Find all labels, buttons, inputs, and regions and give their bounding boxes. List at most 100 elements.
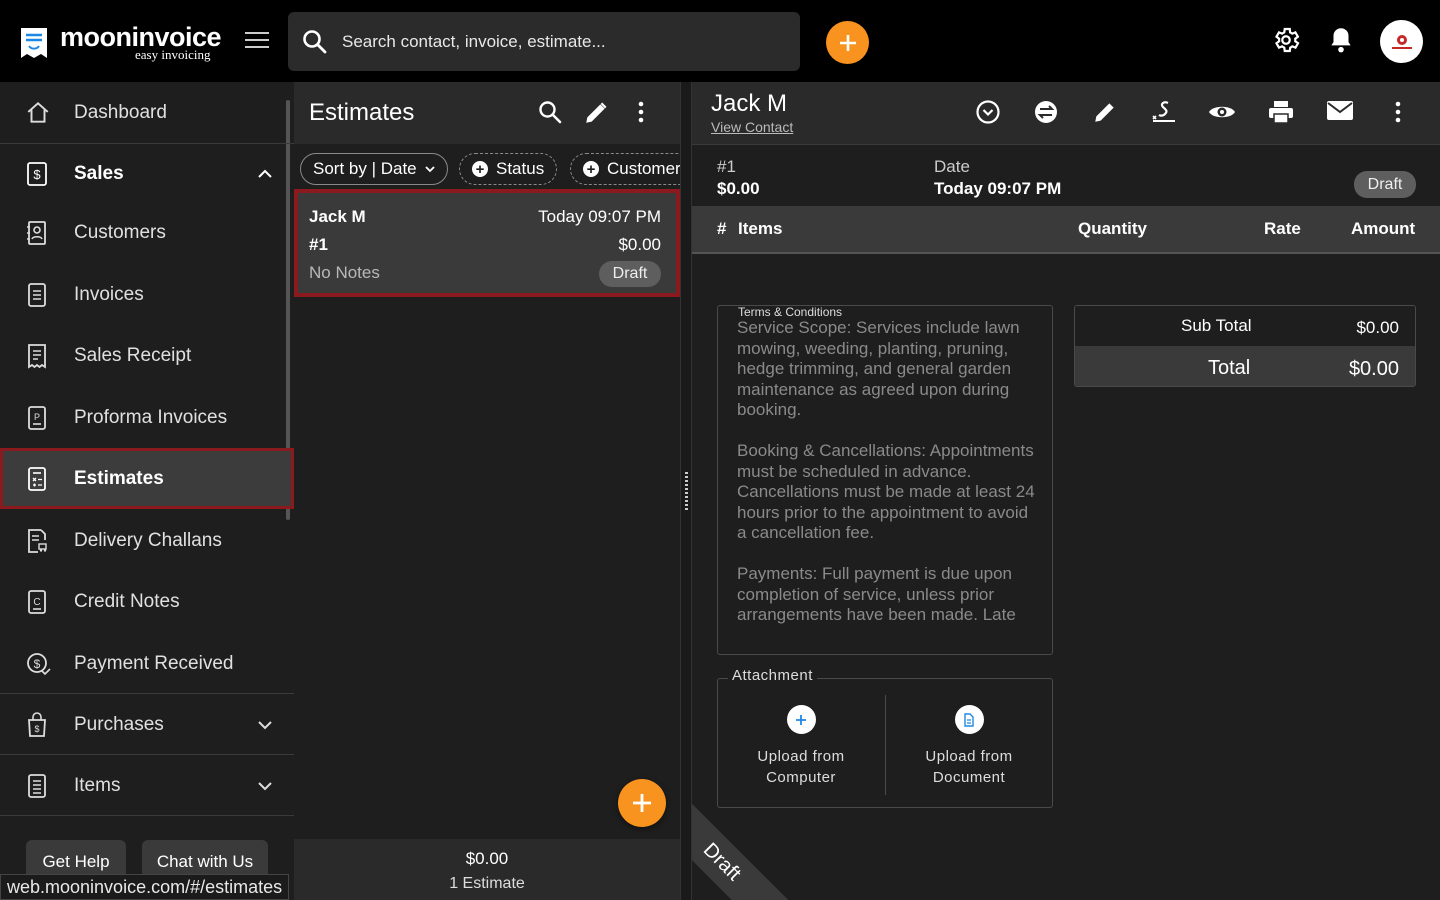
chevron-down-icon [425, 166, 435, 173]
logo-icon [21, 28, 47, 58]
sidebar-item-label: Sales Receipt [74, 344, 192, 366]
sidebar-item-label: Purchases [74, 713, 164, 735]
sidebar-item-customers[interactable]: Customers [0, 202, 294, 263]
sidebar-item-payment-received[interactable]: $ Payment Received [0, 633, 294, 694]
proforma-icon: P [28, 405, 46, 430]
sidebar-item-label: Sales [74, 162, 124, 184]
terms-and-conditions-field[interactable]: Terms & Conditions Service Scope: Servic… [717, 305, 1053, 655]
sidebar-item-label: Items [74, 774, 121, 796]
customer-filter-chip[interactable]: + Customer [570, 153, 680, 185]
items-table-header: # Items Quantity Rate Amount [692, 206, 1440, 254]
list-icon [28, 773, 46, 798]
detail-customer-name: Jack M [711, 90, 788, 117]
sidebar-item-delivery-challans[interactable]: Delivery Challans [0, 510, 294, 571]
sort-chip-label: Sort by | Date [313, 159, 417, 178]
estimate-summary: #1 $0.00 Date Today 09:07 PM Draft [692, 144, 1440, 206]
calculator-icon [28, 466, 46, 491]
add-circle-icon [786, 705, 816, 734]
pane-resize-handle[interactable] [680, 82, 692, 900]
sidebar-item-label: Credit Notes [74, 590, 180, 612]
customer-chip-label: Customer [607, 159, 680, 178]
estimate-notes: No Notes [309, 263, 380, 282]
svg-text:$: $ [34, 724, 39, 734]
add-new-button[interactable] [826, 21, 869, 64]
delivery-icon [28, 528, 47, 553]
add-filter-icon: + [583, 161, 599, 177]
sidebar-item-invoices[interactable]: Invoices [0, 264, 294, 325]
print-icon[interactable] [1267, 99, 1295, 125]
document-icon [954, 705, 984, 734]
estimate-date: Today 09:07 PM [538, 207, 661, 226]
sort-chip[interactable]: Sort by | Date [300, 153, 448, 185]
estimate-amount: $0.00 [618, 235, 661, 254]
logo-tagline: easy invoicing [135, 47, 211, 62]
detail-header: Jack M View Contact [692, 82, 1440, 144]
status-filter-chip[interactable]: + Status [459, 153, 558, 185]
subtotal-row: Sub Total $0.00 [1075, 306, 1415, 346]
company-logo-icon [1391, 34, 1412, 49]
detail-estimate-number: #1 [717, 157, 736, 176]
column-amount: Amount [1351, 219, 1416, 238]
sidebar-item-label: Delivery Challans [74, 529, 222, 551]
terms-label: Terms & Conditions [736, 305, 845, 319]
sidebar-item-purchases[interactable]: $ Purchases [0, 694, 294, 755]
column-quantity: Quantity [1078, 219, 1147, 238]
preview-eye-icon[interactable] [1207, 99, 1237, 125]
column-rate: Rate [1264, 219, 1301, 238]
status-url-tooltip: web.mooninvoice.com/#/estimates [0, 874, 290, 900]
estimate-customer-name: Jack M [309, 207, 366, 226]
invoice-icon [28, 282, 46, 307]
sidebar-item-label: Invoices [74, 283, 144, 305]
sidebar-item-label: Customers [74, 221, 166, 243]
sidebar-item-estimates[interactable]: Estimates [0, 448, 294, 509]
profile-avatar[interactable] [1380, 20, 1423, 63]
svg-text:C: C [33, 597, 40, 608]
totals-box: Sub Total $0.00 Total $0.00 [1074, 305, 1416, 387]
convert-icon[interactable] [1033, 99, 1059, 125]
menu-icon[interactable] [245, 30, 269, 50]
divider [0, 815, 294, 816]
notification-bell-icon[interactable] [1328, 25, 1354, 55]
svg-text:$: $ [33, 167, 41, 182]
more-vertical-icon[interactable] [1394, 99, 1402, 125]
plus-icon [839, 34, 856, 51]
sidebar-item-sales[interactable]: $ Sales [0, 143, 294, 204]
sidebar-item-credit-notes[interactable]: C Credit Notes [0, 571, 294, 632]
sidebar-item-proforma-invoices[interactable]: P Proforma Invoices [0, 387, 294, 448]
contact-book-icon [27, 220, 46, 245]
detail-estimate-amount: $0.00 [717, 179, 760, 198]
upload-from-document-button[interactable]: Upload from Document [889, 705, 1049, 788]
search-icon [303, 30, 327, 54]
column-hash: # [717, 219, 727, 238]
subtotal-value: $0.00 [1356, 318, 1399, 337]
subtotal-label: Sub Total [1181, 316, 1252, 335]
bag-icon: $ [28, 711, 46, 737]
signature-icon[interactable] [1150, 99, 1178, 127]
settings-icon[interactable] [1271, 25, 1301, 55]
sidebar-item-sales-receipt[interactable]: Sales Receipt [0, 325, 294, 386]
chevron-up-icon [258, 169, 272, 178]
view-contact-link[interactable]: View Contact [711, 119, 793, 135]
edit-pencil-icon[interactable] [1092, 99, 1118, 125]
svg-text:P: P [34, 412, 40, 422]
chevron-down-icon [258, 720, 272, 729]
search-input[interactable] [342, 12, 782, 71]
date-label: Date [934, 157, 970, 176]
total-value: $0.00 [1348, 358, 1399, 380]
add-filter-icon: + [472, 161, 488, 177]
search-bar [288, 12, 800, 71]
date-value: Today 09:07 PM [934, 179, 1062, 198]
chevron-down-icon [258, 781, 272, 790]
estimate-list-item[interactable]: Jack M Today 09:07 PM #1 $0.00 No Notes … [294, 189, 680, 297]
app-logo[interactable]: mooninvoice easy invoicing [18, 22, 228, 62]
email-icon[interactable] [1326, 99, 1354, 123]
mark-status-icon[interactable] [975, 99, 1001, 125]
status-chip-label: Status [496, 159, 545, 178]
sidebar-item-dashboard[interactable]: Dashboard [0, 82, 294, 143]
estimate-detail-pane: Jack M View Contact #1 $0.00 Date Today … [692, 82, 1440, 900]
plus-icon [633, 794, 651, 812]
sidebar-item-items[interactable]: Items [0, 755, 294, 816]
divider [885, 695, 886, 795]
add-estimate-button[interactable] [618, 779, 666, 827]
upload-from-computer-button[interactable]: Upload from Computer [721, 705, 881, 788]
